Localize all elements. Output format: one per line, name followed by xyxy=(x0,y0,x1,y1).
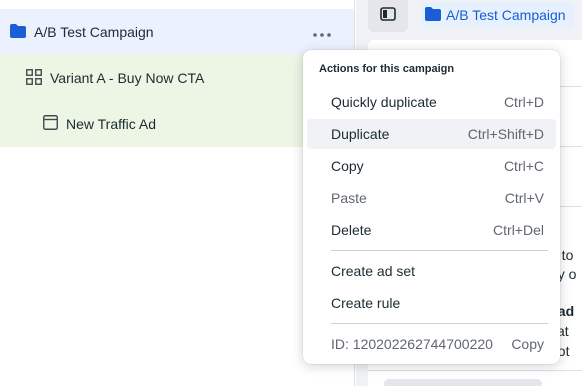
campaign-actions-menu: Actions for this campaign Quickly duplic… xyxy=(303,50,560,364)
folder-icon xyxy=(10,23,26,41)
menu-header: Actions for this campaign xyxy=(319,63,455,75)
menu-item-copy[interactable]: Copy Ctrl+C xyxy=(307,151,556,181)
tree-row-campaign[interactable]: A/B Test Campaign xyxy=(0,9,354,55)
breadcrumb-campaign[interactable]: A/B Test Campaign xyxy=(421,2,574,28)
scroll-indicator xyxy=(384,379,542,386)
menu-item-shortcut: Ctrl+V xyxy=(504,190,544,206)
menu-item-create-rule[interactable]: Create rule xyxy=(307,288,556,318)
menu-item-label: Copy xyxy=(331,158,364,174)
breadcrumb-label: A/B Test Campaign xyxy=(446,7,566,23)
grid-icon xyxy=(26,68,42,88)
menu-item-duplicate[interactable]: Duplicate Ctrl+Shift+D xyxy=(307,119,556,149)
more-actions-button[interactable] xyxy=(310,22,334,42)
campaign-name: A/B Test Campaign xyxy=(34,24,154,40)
menu-item-shortcut: Ctrl+Shift+D xyxy=(467,126,544,142)
adset-name: Variant A - Buy Now CTA xyxy=(50,70,205,86)
menu-item-create-ad-set[interactable]: Create ad set xyxy=(307,256,556,286)
menu-item-shortcut: Ctrl+C xyxy=(503,158,544,174)
sidebar-toggle-icon xyxy=(380,6,396,26)
menu-item-paste: Paste Ctrl+V xyxy=(307,183,556,213)
copy-id-button[interactable]: Copy xyxy=(511,336,544,352)
folder-icon xyxy=(425,6,441,24)
menu-item-shortcut: Ctrl+Del xyxy=(493,222,544,238)
menu-item-label: Paste xyxy=(331,190,367,206)
campaign-id-text: ID: 120202262744700220 xyxy=(331,336,493,352)
menu-item-label: Create rule xyxy=(331,295,401,311)
more-horizontal-icon xyxy=(313,24,331,40)
ad-frame-icon xyxy=(43,115,58,133)
menu-item-shortcut: Ctrl+D xyxy=(503,94,544,110)
tree-row-adset[interactable]: Variant A - Buy Now CTA xyxy=(0,55,354,101)
menu-item-label: Duplicate xyxy=(331,126,390,142)
menu-item-quickly-duplicate[interactable]: Quickly duplicate Ctrl+D xyxy=(307,87,556,117)
campaign-tree-panel: A/B Test Campaign Variant A - Buy Now CT… xyxy=(0,0,355,386)
sidebar-toggle-button[interactable] xyxy=(368,0,408,32)
menu-item-label: Create ad set xyxy=(331,263,416,279)
menu-divider xyxy=(331,250,548,251)
menu-footer: ID: 120202262744700220 Copy xyxy=(307,329,556,359)
menu-item-label: Delete xyxy=(331,222,372,238)
tree-row-ad[interactable]: New Traffic Ad xyxy=(0,101,354,147)
menu-item-label: Quickly duplicate xyxy=(331,94,437,110)
menu-item-delete[interactable]: Delete Ctrl+Del xyxy=(307,215,556,245)
divider xyxy=(368,370,582,371)
ad-name: New Traffic Ad xyxy=(66,116,157,132)
menu-divider xyxy=(331,323,548,324)
